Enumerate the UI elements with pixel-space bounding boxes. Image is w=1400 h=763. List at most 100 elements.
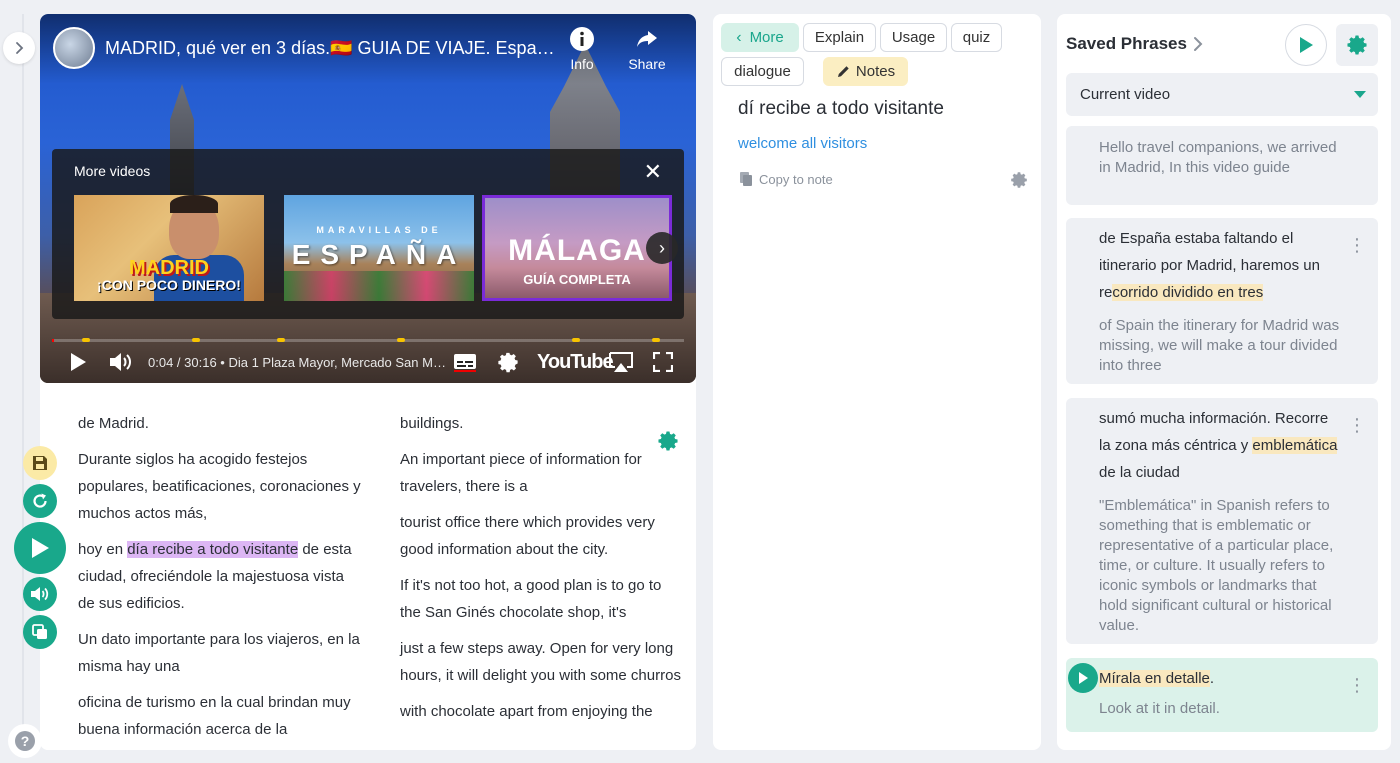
more-videos-overlay: More videos ✕ MADRID ¡CON POCO DINERO! M… <box>52 149 684 319</box>
thumb-plants <box>284 271 474 301</box>
thumb-title: MARAVILLAS DE <box>316 225 442 235</box>
close-icon[interactable]: ✕ <box>644 159 662 185</box>
saved-phrase-card[interactable]: de España estaba faltando el itinerario … <box>1066 218 1378 384</box>
thumb-subtitle: ESPAÑA <box>291 239 467 270</box>
thumb-title: MÁLAGA <box>508 234 646 267</box>
save-phrase-button[interactable] <box>23 446 57 480</box>
chapter-marker <box>192 338 200 342</box>
time-readout: 0:04 / 30:16 <box>148 355 217 370</box>
airplay-icon[interactable] <box>606 348 636 376</box>
share-icon <box>617 26 677 56</box>
transcript-line[interactable]: tourist office there which provides very… <box>400 509 685 563</box>
quiz-button[interactable]: quiz <box>951 23 1002 52</box>
saved-phrase-card[interactable]: sumó mucha información. Recorre la zona … <box>1066 398 1378 644</box>
sentence-text: . <box>1209 670 1215 687</box>
play-all-saved-button[interactable] <box>1285 24 1327 66</box>
suggested-video-thumbnail[interactable]: MARAVILLAS DE ESPAÑA <box>284 195 474 301</box>
transcript-settings-gear-icon[interactable] <box>657 430 679 457</box>
pronounce-button[interactable] <box>23 577 57 611</box>
video-progress-bar[interactable] <box>52 338 684 342</box>
saved-phrases-header[interactable]: Saved Phrases <box>1066 34 1205 54</box>
more-options-icon[interactable]: ⋮ <box>1348 236 1366 254</box>
saved-phrase-translation: Hello travel companions, we arrived in M… <box>1099 139 1337 176</box>
saved-phrase-sentence: Mírala en detalle. <box>1099 665 1342 692</box>
more-videos-title: More videos <box>74 163 151 179</box>
chapter-marker <box>397 338 405 342</box>
thumb-hair <box>170 195 218 213</box>
explain-button[interactable]: Explain <box>803 23 876 52</box>
play-icon[interactable] <box>64 348 92 376</box>
chevron-right-icon[interactable]: › <box>646 232 678 264</box>
saved-phrase-highlight: Mírala en detalle <box>1099 670 1210 687</box>
save-icon <box>33 456 47 470</box>
volume-icon[interactable] <box>106 348 136 376</box>
transcript-line-active[interactable]: hoy en día recibe a todo visitante de es… <box>78 536 363 617</box>
time-display: 0:04 / 30:16 • Dia 1 Plaza Mayor, Mercad… <box>148 355 448 370</box>
transcript-line[interactable]: Durante siglos ha acogido festejos popul… <box>78 446 363 527</box>
copy-to-note-button[interactable]: Copy to note <box>739 171 833 187</box>
fullscreen-icon[interactable] <box>650 348 676 376</box>
video-controls: 0:04 / 30:16 • Dia 1 Plaza Mayor, Mercad… <box>40 344 696 380</box>
more-button[interactable]: ‹ More <box>721 23 799 52</box>
more-options-icon[interactable]: ⋮ <box>1348 676 1366 694</box>
refresh-icon <box>33 493 47 508</box>
speaker-icon <box>31 587 49 601</box>
suggested-video-thumbnail[interactable]: MADRID ¡CON POCO DINERO! <box>74 195 264 301</box>
play-icon <box>1300 37 1313 53</box>
play-sentence-button[interactable] <box>14 522 66 574</box>
saved-settings-button[interactable] <box>1336 24 1378 66</box>
play-icon <box>1079 672 1088 684</box>
transcript-line[interactable]: Un dato importante para los viajeros, en… <box>78 626 363 680</box>
dialogue-button[interactable]: dialogue <box>721 57 804 86</box>
copy-button[interactable] <box>23 615 57 649</box>
transcript-english-column: buildings. An important piece of informa… <box>400 410 685 734</box>
chapter-marker <box>652 338 660 342</box>
play-phrase-button[interactable] <box>1068 663 1098 693</box>
channel-avatar[interactable] <box>53 27 95 69</box>
captions-icon[interactable] <box>452 348 478 376</box>
gear-icon[interactable] <box>1010 171 1028 194</box>
video-filter-select[interactable]: Current video <box>1066 73 1378 116</box>
saved-phrases-title: Saved Phrases <box>1066 34 1187 53</box>
help-button[interactable]: ? <box>8 724 42 758</box>
info-icon <box>552 26 612 56</box>
chapter-marker <box>82 338 90 342</box>
transcript-line[interactable]: An important piece of information for tr… <box>400 446 685 500</box>
transcript-line[interactable]: If it's not too hot, a good plan is to g… <box>400 572 685 626</box>
suggested-video-thumbnail-selected[interactable]: MÁLAGA GUÍA COMPLETA <box>482 195 672 301</box>
info-button[interactable]: Info <box>552 26 612 72</box>
transcript-spanish-column: de Madrid. Durante siglos ha acogido fes… <box>78 410 363 750</box>
share-button[interactable]: Share <box>617 26 677 72</box>
saved-phrase-card-active[interactable]: Mírala en detalle. Look at it in detail.… <box>1066 658 1378 732</box>
saved-phrase-sentence: sumó mucha información. Recorre la zona … <box>1099 405 1342 486</box>
saved-phrases-panel: Saved Phrases Current video Hello travel… <box>1057 14 1391 750</box>
notes-button[interactable]: Notes <box>823 57 908 86</box>
settings-gear-icon[interactable] <box>495 348 521 376</box>
phrase-details-panel: ‹ More Explain Usage quiz dialogue Notes… <box>713 14 1041 750</box>
saved-phrase-sentence: de España estaba faltando el itinerario … <box>1099 225 1342 306</box>
transcript-line[interactable]: with chocolate apart from enjoying the <box>400 698 685 725</box>
transcript-area: de Madrid. Durante siglos ha acogido fes… <box>40 394 696 750</box>
saved-phrase-translation: of Spain the itinerary for Madrid was mi… <box>1099 317 1340 374</box>
copy-to-note-label: Copy to note <box>759 171 833 187</box>
gear-icon <box>1347 35 1367 55</box>
share-label: Share <box>628 56 666 72</box>
selected-phrase-highlight[interactable]: día recibe a todo visitante <box>127 541 299 558</box>
saved-phrase-card[interactable]: Hello travel companions, we arrived in M… <box>1066 126 1378 205</box>
expand-sidebar-button[interactable] <box>3 32 35 64</box>
video-player[interactable]: MADRID, qué ver en 3 días.🇪🇸 GUIA DE VIA… <box>40 14 696 383</box>
progress-fill <box>52 339 54 342</box>
help-icon: ? <box>15 731 35 751</box>
more-options-icon[interactable]: ⋮ <box>1348 416 1366 434</box>
replay-button[interactable] <box>23 484 57 518</box>
usage-button[interactable]: Usage <box>880 23 947 52</box>
copy-icon <box>32 624 47 639</box>
transcript-line[interactable]: just a few steps away. Open for very lon… <box>400 635 685 689</box>
youtube-logo[interactable]: YouTube <box>537 351 614 374</box>
chapter-title[interactable]: Dia 1 Plaza Mayor, Mercado San Miguel <box>228 355 448 370</box>
caret-down-icon <box>1354 91 1366 98</box>
saved-phrase-translation: "Emblemática" in Spanish refers to somet… <box>1099 497 1334 634</box>
video-title[interactable]: MADRID, qué ver en 3 días.🇪🇸 GUIA DE VIA… <box>105 38 555 59</box>
info-label: Info <box>570 56 594 72</box>
transcript-text: hoy en <box>78 541 128 558</box>
